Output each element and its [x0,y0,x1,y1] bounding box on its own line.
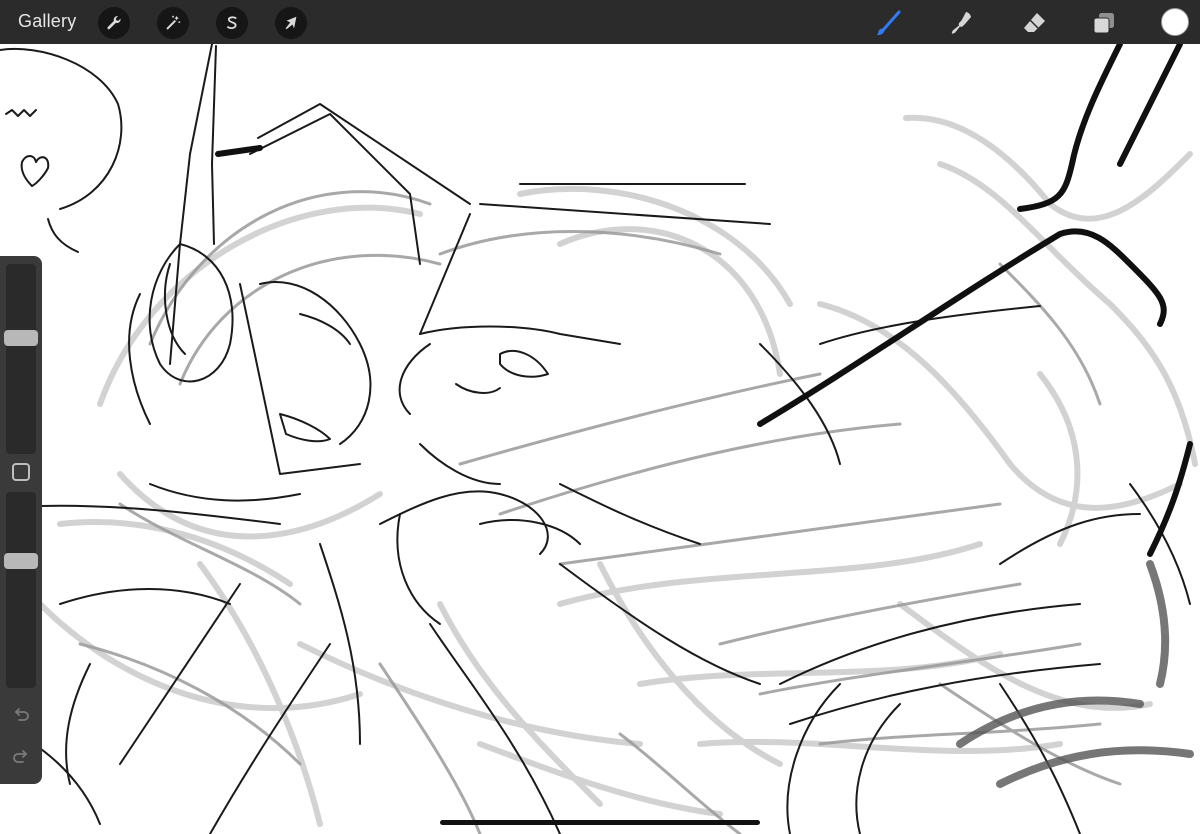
smudge-icon [951,12,971,34]
eraser-icon [1024,13,1045,32]
heavy-strokes [215,44,1193,557]
redo-icon [13,750,28,763]
magic-wand-icon [166,15,181,30]
actions-button[interactable] [98,7,130,39]
brush-icon [877,10,901,36]
opacity-slider[interactable] [6,492,36,688]
eraser-tool-button[interactable] [1017,6,1051,40]
smudge-tool-button[interactable] [944,6,978,40]
transform-button[interactable] [275,7,307,39]
drawing-canvas[interactable] [0,44,1200,834]
brush-size-slider[interactable] [6,264,36,454]
adjustments-button[interactable] [157,7,189,39]
undo-button[interactable] [10,704,32,726]
left-sidebar [0,256,42,784]
layers-icon [1093,13,1114,34]
wrench-icon [107,16,121,30]
opacity-thumb[interactable] [4,553,38,570]
sketch-artwork [0,44,1198,834]
home-indicator[interactable] [440,820,760,825]
selection-s-icon [227,16,237,29]
color-picker-swatch[interactable] [1161,8,1189,36]
brush-size-thumb[interactable] [4,330,38,347]
modify-button[interactable] [12,463,30,481]
selection-button[interactable] [216,7,248,39]
undo-icon [14,708,29,721]
arrow-cursor-icon [285,16,297,30]
layers-button[interactable] [1087,6,1121,40]
redo-button[interactable] [10,746,32,768]
brush-tool-button[interactable] [871,6,905,40]
gallery-button[interactable]: Gallery [18,11,76,32]
top-toolbar: Gallery [0,0,1200,44]
